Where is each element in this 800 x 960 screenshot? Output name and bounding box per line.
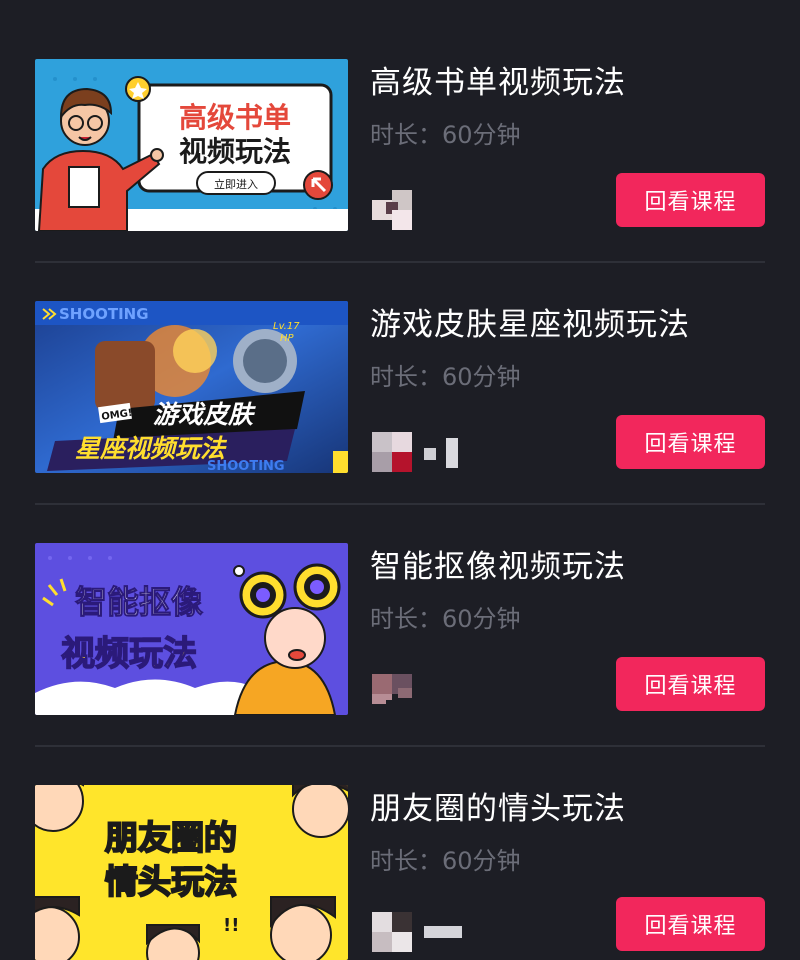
thumb-hp: HP <box>280 333 295 344</box>
thumb-tag: SHOOTING <box>59 305 149 323</box>
thumb-exclaim: !! <box>223 915 239 936</box>
thumb-title-line2: 星座视频玩法 <box>75 434 228 463</box>
course-duration: 时长：60分钟 <box>370 847 521 875</box>
course-title: 高级书单视频玩法 <box>370 65 626 101</box>
thumbnail-art: SHOOTING Lv.17 HP OMG! 游戏皮肤 星座视频玩法 SHOOT… <box>35 301 348 473</box>
thumb-level: Lv.17 <box>273 321 300 332</box>
course-thumbnail[interactable]: 朋友圈的 情头玩法 !! <box>35 785 348 960</box>
course-thumbnail[interactable]: 智能抠像 视频玩法 <box>35 543 348 715</box>
thumb-title-line2: 视频玩法 <box>61 634 197 674</box>
thumb-title-line2: 情头玩法 <box>105 862 237 901</box>
thumb-title-line1: 朋友圈的 <box>105 818 237 857</box>
username-blurred <box>424 438 458 468</box>
avatar-row <box>372 190 412 230</box>
replay-course-button[interactable]: 回看课程 <box>616 897 765 951</box>
course-title: 朋友圈的情头玩法 <box>370 791 626 827</box>
avatar <box>372 674 412 714</box>
avatar <box>372 912 412 952</box>
course-item[interactable]: 高级书单 视频玩法 立即进入 高级书单视频玩法 时长：60分钟 回看课程 <box>0 0 800 263</box>
thumb-enter-label: 立即进入 <box>214 177 258 191</box>
course-duration: 时长：60分钟 <box>370 363 521 391</box>
course-item[interactable]: SHOOTING Lv.17 HP OMG! 游戏皮肤 星座视频玩法 SHOOT… <box>0 242 800 505</box>
course-duration: 时长：60分钟 <box>370 121 521 149</box>
replay-course-button[interactable]: 回看课程 <box>616 657 765 711</box>
course-title: 智能抠像视频玩法 <box>370 549 626 585</box>
thumb-title-line1: 智能抠像 <box>75 583 203 621</box>
course-list: 高级书单 视频玩法 立即进入 高级书单视频玩法 时长：60分钟 回看课程 SHO… <box>0 0 800 960</box>
thumb-title-line1: 高级书单 <box>179 101 291 134</box>
avatar-row <box>372 674 412 714</box>
thumbnail-art: 朋友圈的 情头玩法 !! <box>35 785 348 960</box>
thumbnail-art: 智能抠像 视频玩法 <box>35 543 348 715</box>
avatar <box>372 190 412 230</box>
thumbnail-art: 高级书单 视频玩法 立即进入 <box>35 59 348 231</box>
course-thumbnail[interactable]: SHOOTING Lv.17 HP OMG! 游戏皮肤 星座视频玩法 SHOOT… <box>35 301 348 473</box>
thumb-title-line2: 视频玩法 <box>179 135 291 168</box>
thumb-tag-bottom: SHOOTING <box>207 459 285 473</box>
course-item[interactable]: 智能抠像 视频玩法 智能抠像视频玩法 时长：60分钟 回看课程 <box>0 484 800 747</box>
avatar-row <box>372 912 468 952</box>
replay-course-button[interactable]: 回看课程 <box>616 173 765 227</box>
course-item[interactable]: 朋友圈的 情头玩法 !! 朋友圈的情头玩法 时长：60分钟 回看课程 <box>0 726 800 960</box>
course-thumbnail[interactable]: 高级书单 视频玩法 立即进入 <box>35 59 348 231</box>
avatar-row <box>372 432 462 472</box>
avatar <box>372 432 412 472</box>
replay-course-button[interactable]: 回看课程 <box>616 415 765 469</box>
course-title: 游戏皮肤星座视频玩法 <box>370 307 690 343</box>
thumb-title-line1: 游戏皮肤 <box>153 400 256 429</box>
username-blurred <box>424 926 462 938</box>
course-duration: 时长：60分钟 <box>370 605 521 633</box>
